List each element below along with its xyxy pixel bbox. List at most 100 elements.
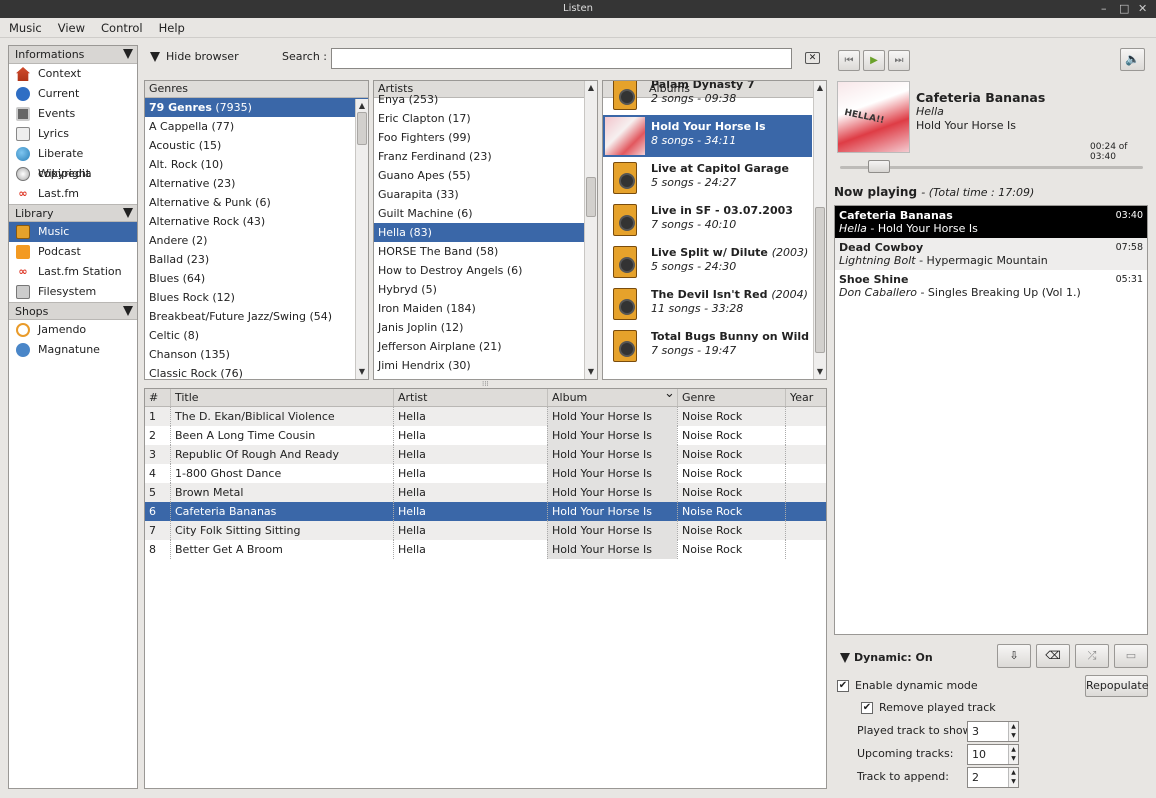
sidebar-item-liberate-copyright[interactable]: Liberate copyright	[9, 144, 137, 180]
sidebar-item-podcast[interactable]: Podcast	[9, 242, 137, 262]
scroll-down-icon[interactable]: ▼	[586, 367, 596, 377]
albums-scrollbar[interactable]: ▲ ▼	[813, 81, 826, 379]
track-row[interactable]: 8 Better Get A Broom Hella Hold Your Horse …	[145, 540, 826, 559]
play-button[interactable]: ▶	[863, 50, 885, 71]
sidebar-item-events[interactable]: Events	[9, 104, 137, 124]
artists-scrollbar[interactable]: ▲ ▼	[584, 81, 597, 379]
queue-item[interactable]: Dead Cowboy 07:58 Lightning Bolt - Hyperma…	[835, 238, 1147, 270]
genre-item[interactable]: A Cappella (77)	[145, 117, 368, 136]
album-item[interactable]: Live at Capitol Garage 5 songs - 24:27	[603, 157, 812, 199]
close-icon[interactable]: ✕	[1138, 0, 1147, 17]
shuffle-button[interactable]: ⤮	[1075, 644, 1109, 668]
column-genre[interactable]: Genre	[677, 389, 715, 406]
track-row[interactable]: 4 1-800 Ghost Dance Hella Hold Your Horse I…	[145, 464, 826, 483]
next-button[interactable]: ⏭	[888, 50, 910, 71]
sidebar-item-magnatune[interactable]: Magnatune	[9, 340, 137, 360]
save-playlist-button[interactable]: ⇩	[997, 644, 1031, 668]
sidebar-item-jamendo[interactable]: Jamendo	[9, 320, 137, 340]
genre-item[interactable]: Alt. Rock (10)	[145, 155, 368, 174]
artist-item[interactable]: HORSE The Band (58)	[374, 242, 597, 261]
scroll-down-icon[interactable]: ▼	[357, 367, 367, 377]
scroll-thumb[interactable]	[815, 207, 825, 353]
genre-item[interactable]: Alternative Rock (43)	[145, 212, 368, 231]
sidebar-section-library[interactable]: Library	[9, 204, 137, 222]
repopulate-button[interactable]: Repopulate	[1085, 675, 1148, 697]
clear-playlist-button[interactable]: ⌫	[1036, 644, 1070, 668]
sidebar-section-informations[interactable]: Informations	[9, 46, 137, 64]
artist-item[interactable]: Franz Ferdinand (23)	[374, 147, 597, 166]
column-year[interactable]: Year	[785, 389, 813, 406]
artist-item[interactable]: Guano Apes (55)	[374, 166, 597, 185]
dynamic-toggle[interactable]: Dynamic: On	[840, 651, 933, 664]
queue-item[interactable]: Shoe Shine 05:31 Don Caballero - Singles B…	[835, 270, 1147, 302]
scroll-down-icon[interactable]: ▼	[815, 367, 825, 377]
menu-view[interactable]: View	[49, 18, 92, 38]
sidebar-item-last-fm[interactable]: ∞ Last.fm	[9, 184, 137, 204]
hide-browser-toggle[interactable]: Hide browser	[150, 48, 239, 66]
genre-item[interactable]: Acoustic (15)	[145, 136, 368, 155]
track-row[interactable]: 2 Been A Long Time Cousin Hella Hold Your H…	[145, 426, 826, 445]
scroll-up-icon[interactable]: ▲	[815, 83, 825, 93]
album-item[interactable]: Total Bugs Bunny on Wild Bass 7 songs - 1…	[603, 325, 826, 367]
album-item[interactable]: Palam Dynasty 72 songs - 09:38	[603, 81, 812, 115]
spin-arrows-icon[interactable]: ▲ ▼	[1008, 768, 1018, 787]
track-row[interactable]: 3 Republic Of Rough And Ready Hella Hold Yo…	[145, 445, 826, 464]
clear-search-icon[interactable]: ✕	[805, 52, 820, 64]
minimize-icon[interactable]: –	[1101, 0, 1107, 17]
album-item[interactable]: Live in SF - 03.07.2003 7 songs - 40:10	[603, 199, 812, 241]
artist-item[interactable]: Enya (253)	[374, 90, 597, 109]
artist-item[interactable]: Guarapita (33)	[374, 185, 597, 204]
genre-item[interactable]: Classic Rock (76)	[145, 364, 368, 379]
remove-played-checkbox[interactable]: ✔	[861, 702, 873, 714]
genres-scrollbar[interactable]: ▲ ▼	[355, 99, 368, 379]
album-item[interactable]: Hold Your Horse Is 8 songs - 34:11	[603, 115, 812, 157]
genre-item[interactable]: Andere (2)	[145, 231, 368, 250]
sidebar-item-filesystem[interactable]: Filesystem	[9, 282, 137, 302]
enable-dynamic-checkbox[interactable]: ✔	[837, 680, 849, 692]
track-row[interactable]: 7 City Folk Sitting Sitting Hella Hold Your…	[145, 521, 826, 540]
menu-music[interactable]: Music	[0, 18, 49, 38]
column-album[interactable]: Album	[547, 389, 587, 406]
queue-item[interactable]: Cafeteria Bananas 03:40 Hella - Hold Your …	[835, 206, 1147, 238]
menu-help[interactable]: Help	[150, 18, 192, 38]
genre-item[interactable]: Ballad (23)	[145, 250, 368, 269]
genre-item[interactable]: Celtic (8)	[145, 326, 368, 345]
genre-item[interactable]: Alternative & Punk (6)	[145, 193, 368, 212]
column-title[interactable]: Title	[170, 389, 199, 406]
upcoming-tracks-spinbox[interactable]: 10 ▲ ▼	[967, 744, 1019, 765]
artist-item[interactable]: How to Destroy Angels (6)	[374, 261, 597, 280]
genre-all[interactable]: 79 Genres (7935)	[145, 98, 368, 117]
seek-handle[interactable]	[868, 160, 891, 173]
artist-item[interactable]: Guilt Machine (6)	[374, 204, 597, 223]
spin-arrows-icon[interactable]: ▲ ▼	[1008, 722, 1018, 741]
track-append-spinbox[interactable]: 2 ▲ ▼	[967, 767, 1019, 788]
scroll-thumb[interactable]	[586, 177, 596, 217]
artist-item[interactable]: Jefferson Airplane (21)	[374, 337, 597, 356]
artist-item[interactable]: Foo Fighters (99)	[374, 128, 597, 147]
album-item[interactable]: Live Split w/ Dilute (2003) 5 songs - 24:…	[603, 241, 812, 283]
artist-item[interactable]: Jimi Hendrix (30)	[374, 356, 597, 375]
maximize-icon[interactable]: □	[1119, 0, 1129, 17]
sidebar-item-wikipedia[interactable]: Wikipedia	[9, 164, 137, 184]
repeat-button[interactable]: ▭	[1114, 644, 1148, 668]
column-artist[interactable]: Artist	[393, 389, 427, 406]
search-input[interactable]	[331, 48, 792, 69]
sort-chevron-down-icon[interactable]: ⌄	[660, 389, 675, 406]
scroll-up-icon[interactable]: ▲	[586, 83, 596, 93]
artist-item[interactable]: Hella (83)	[374, 223, 597, 242]
spin-arrows-icon[interactable]: ▲ ▼	[1008, 745, 1018, 764]
sidebar-item-context[interactable]: Context	[9, 64, 137, 84]
scroll-up-icon[interactable]: ▲	[357, 101, 367, 111]
track-row[interactable]: 6 Cafeteria Bananas Hella Hold Your Horse I…	[145, 502, 826, 521]
genre-item[interactable]: Alternative (23)	[145, 174, 368, 193]
menu-control[interactable]: Control	[92, 18, 150, 38]
artist-item[interactable]: Eric Clapton (17)	[374, 109, 597, 128]
previous-button[interactable]: ⏮	[838, 50, 860, 71]
track-row[interactable]: 1 The D. Ekan/Biblical Violence Hella Hold …	[145, 407, 826, 426]
sidebar-item-lyrics[interactable]: Lyrics	[9, 124, 137, 144]
splitter-handle[interactable]: ⁞⁞⁞	[482, 380, 489, 388]
played-track-spinbox[interactable]: 3 ▲ ▼	[967, 721, 1019, 742]
sidebar-section-shops[interactable]: Shops	[9, 302, 137, 320]
track-row[interactable]: 5 Brown Metal Hella Hold Your Horse Is Noise…	[145, 483, 826, 502]
volume-icon[interactable]: 🔈	[1120, 48, 1145, 71]
